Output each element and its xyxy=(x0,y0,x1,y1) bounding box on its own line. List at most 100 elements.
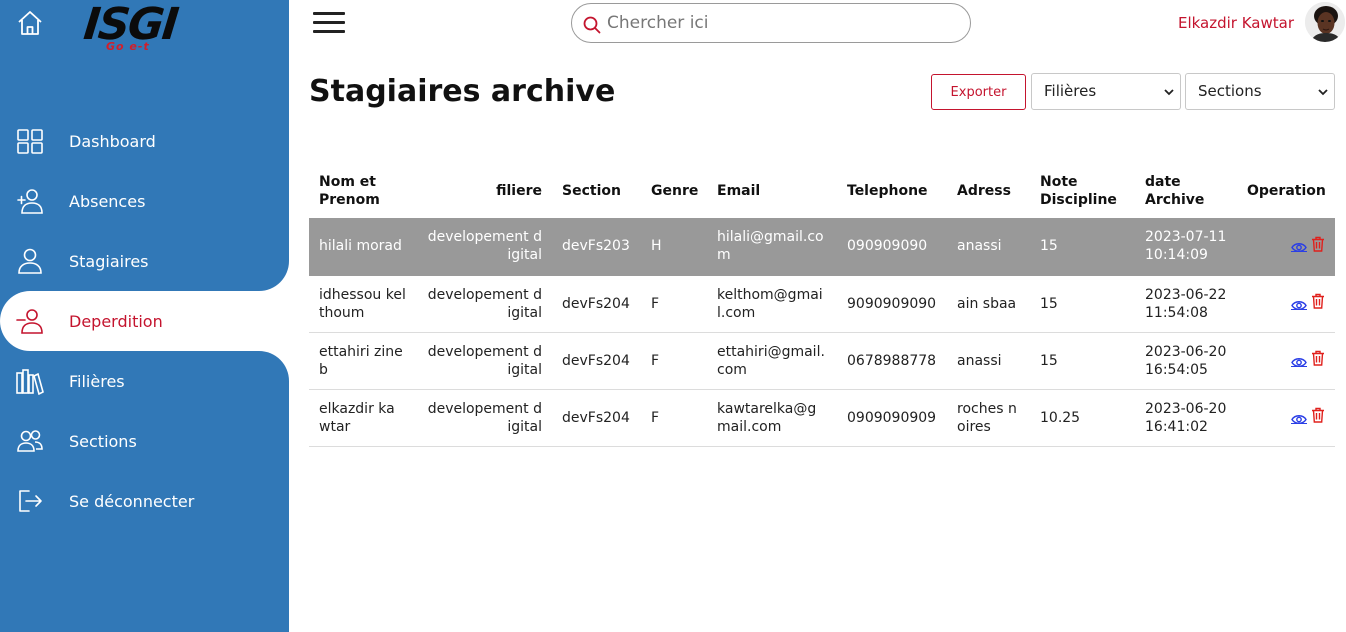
user-plus-icon xyxy=(17,189,43,214)
cell-section: devFs204 xyxy=(552,389,641,447)
delete-icon[interactable] xyxy=(1311,236,1325,257)
isgi-logo: ISGI Go e-t xyxy=(80,0,190,54)
cell-email: hilali@gmail.com xyxy=(707,218,837,276)
user-minus-icon xyxy=(16,309,43,334)
page-title: Stagiaires archive xyxy=(309,74,616,109)
cell-genre: F xyxy=(641,332,707,390)
sidebar-item-logout[interactable]: Se déconnecter xyxy=(0,471,289,531)
table-row[interactable]: elkazdir kawtar developement digital dev… xyxy=(309,389,1335,447)
cell-note: 15 xyxy=(1030,275,1135,333)
search-input[interactable] xyxy=(607,10,957,36)
sidebar-item-label: Se déconnecter xyxy=(69,491,195,511)
cell-genre: H xyxy=(641,218,707,276)
filieres-select[interactable]: Filières xyxy=(1031,73,1181,110)
cell-note: 15 xyxy=(1030,218,1135,276)
cell-operation xyxy=(1237,389,1335,447)
cell-operation xyxy=(1237,275,1335,333)
sidebar-item-stagiaires[interactable]: Stagiaires xyxy=(0,231,289,291)
sidebar-nav: Dashboard Absences Stagiaires Deperditio… xyxy=(0,111,289,531)
cell-date: 2023-06-22 11:54:08 xyxy=(1135,275,1237,333)
cell-adress: ain sbaa xyxy=(947,275,1030,333)
sidebar-item-dashboard[interactable]: Dashboard xyxy=(0,111,289,171)
sidebar-item-sections[interactable]: Sections xyxy=(0,411,289,471)
archive-table: Nom et Prenom filiere Section Genre Emai… xyxy=(309,163,1335,447)
sidebar-item-label: Dashboard xyxy=(69,131,156,151)
sidebar-item-label: Stagiaires xyxy=(69,251,149,271)
column-header: Email xyxy=(717,182,761,199)
export-button[interactable]: Exporter xyxy=(931,74,1026,110)
filieres-select-value: Filières xyxy=(1044,82,1097,100)
column-header: filiere xyxy=(496,182,542,199)
user-name[interactable]: Elkazdir Kawtar xyxy=(1178,14,1294,32)
cell-email: kawtarelka@gmail.com xyxy=(707,389,837,447)
cell-filiere: developement digital xyxy=(416,275,552,333)
column-header: date Archive xyxy=(1145,173,1205,208)
cell-adress: anassi xyxy=(947,332,1030,390)
menu-toggle-icon[interactable] xyxy=(313,12,345,34)
sidebar-item-label: Absences xyxy=(69,191,146,211)
logo-subtext: Go e-t xyxy=(106,40,150,53)
view-icon[interactable] xyxy=(1290,298,1307,310)
archive-table-container: Nom et Prenom filiere Section Genre Emai… xyxy=(309,163,1335,447)
delete-icon[interactable] xyxy=(1311,407,1325,428)
sidebar-item-filieres[interactable]: Filières xyxy=(0,351,289,411)
chevron-down-icon xyxy=(1318,89,1328,96)
cell-telephone: 090909090 xyxy=(837,218,947,276)
sidebar-item-deperdition[interactable]: Deperdition xyxy=(0,291,289,351)
cell-section: devFs203 xyxy=(552,218,641,276)
column-header: Nom et Prenom xyxy=(319,173,380,208)
table-row[interactable]: idhessou kelthoum developement digital d… xyxy=(309,275,1335,333)
sidebar-item-absences[interactable]: Absences xyxy=(0,171,289,231)
column-header: Adress xyxy=(957,182,1011,199)
sections-select-value: Sections xyxy=(1198,82,1262,100)
delete-icon[interactable] xyxy=(1311,293,1325,314)
books-icon xyxy=(16,369,44,395)
cell-note: 10.25 xyxy=(1030,389,1135,447)
sidebar: ISGI Go e-t Dashboard Absences Stagiaire… xyxy=(0,0,289,632)
delete-icon[interactable] xyxy=(1311,350,1325,371)
user-icon xyxy=(18,248,42,274)
cell-date: 2023-06-20 16:41:02 xyxy=(1135,389,1237,447)
cell-nom: elkazdir kawtar xyxy=(309,389,416,447)
cell-filiere: developement digital xyxy=(416,218,552,276)
table-header-row: Nom et Prenom filiere Section Genre Emai… xyxy=(309,163,1335,218)
column-header: Telephone xyxy=(847,182,928,199)
sidebar-item-label: Sections xyxy=(69,431,137,451)
search-icon xyxy=(583,16,601,34)
cell-telephone: 0678988778 xyxy=(837,332,947,390)
view-icon[interactable] xyxy=(1290,240,1307,253)
cell-email: kelthom@gmail.com xyxy=(707,275,837,333)
cell-genre: F xyxy=(641,389,707,447)
cell-adress: roches noires xyxy=(947,389,1030,447)
chevron-down-icon xyxy=(1164,89,1174,96)
cell-adress: anassi xyxy=(947,218,1030,276)
cell-note: 15 xyxy=(1030,332,1135,390)
avatar[interactable] xyxy=(1305,2,1345,42)
cell-section: devFs204 xyxy=(552,332,641,390)
logout-icon xyxy=(19,490,42,512)
cell-filiere: developement digital xyxy=(416,332,552,390)
cell-telephone: 9090909090 xyxy=(837,275,947,333)
users-icon xyxy=(17,430,43,452)
home-icon[interactable] xyxy=(16,9,44,37)
cell-section: devFs204 xyxy=(552,275,641,333)
view-icon[interactable] xyxy=(1290,355,1307,367)
cell-date: 2023-06-20 16:54:05 xyxy=(1135,332,1237,390)
cell-genre: F xyxy=(641,275,707,333)
table-row[interactable]: ettahiri zineb developement digital devF… xyxy=(309,332,1335,390)
column-header: Note Discipline xyxy=(1040,173,1117,208)
cell-operation xyxy=(1237,218,1335,276)
view-icon[interactable] xyxy=(1290,412,1307,424)
column-header: Genre xyxy=(651,182,699,199)
table-row[interactable]: hilali morad developement digital devFs2… xyxy=(309,218,1335,276)
column-header: Operation xyxy=(1247,182,1326,199)
cell-nom: idhessou kelthoum xyxy=(309,275,416,333)
cell-telephone: 0909090909 xyxy=(837,389,947,447)
cell-email: ettahiri@gmail.com xyxy=(707,332,837,390)
sections-select[interactable]: Sections xyxy=(1185,73,1335,110)
cell-date: 2023-07-11 10:14:09 xyxy=(1135,218,1237,276)
cell-nom: ettahiri zineb xyxy=(309,332,416,390)
search-bar[interactable] xyxy=(571,3,971,43)
sidebar-item-label: Filières xyxy=(69,371,125,391)
column-header: Section xyxy=(562,182,621,199)
